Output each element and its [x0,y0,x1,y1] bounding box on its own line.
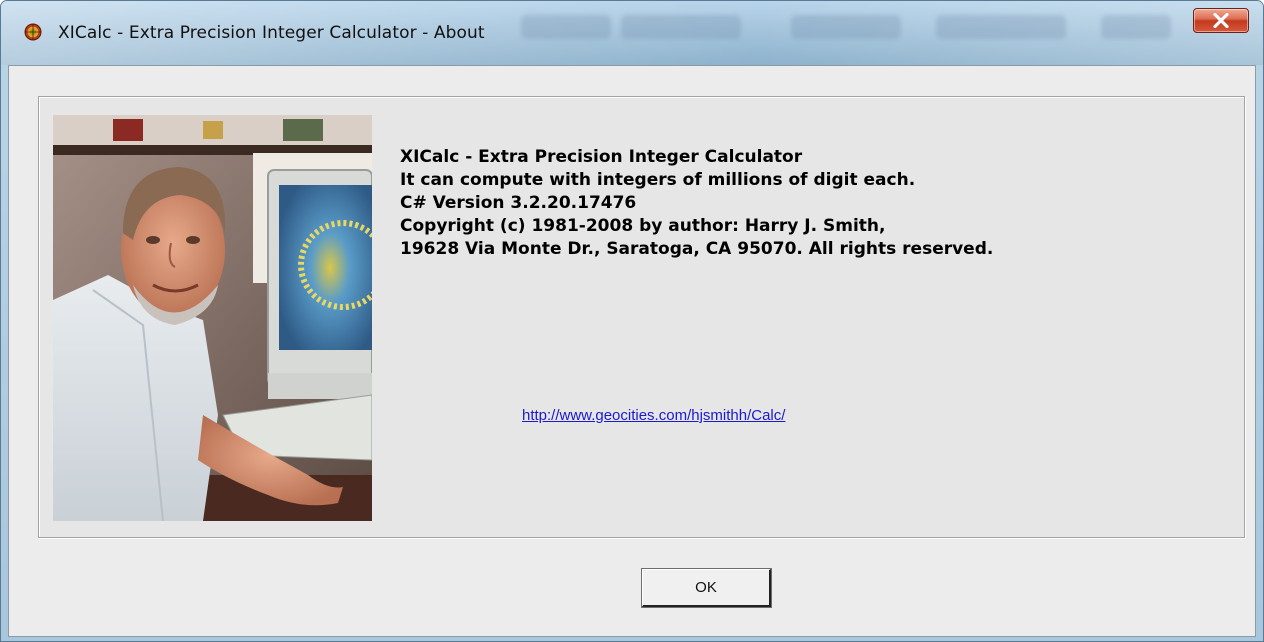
copyright-line: Copyright (c) 1981-2008 by author: Harry… [400,216,886,236]
title-bar[interactable]: XICalc - Extra Precision Integer Calcula… [1,1,1263,65]
author-photo [53,115,372,521]
close-button[interactable] [1193,8,1249,33]
about-description: XICalc - Extra Precision Integer Calcula… [400,146,993,261]
titlebar-background-blur [791,15,901,39]
xicalc-app-icon[interactable] [24,23,42,41]
titlebar-background-blur [621,15,741,39]
window-title: XICalc - Extra Precision Integer Calcula… [58,23,485,43]
app-name-line: XICalc - Extra Precision Integer Calcula… [400,147,803,167]
website-link[interactable]: http://www.geocities.com/hjsmithh/Calc/ [522,407,785,424]
dialog-client-area: XICalc - Extra Precision Integer Calcula… [8,65,1256,637]
address-line: 19628 Via Monte Dr., Saratoga, CA 95070.… [400,239,994,259]
about-info-panel: XICalc - Extra Precision Integer Calcula… [38,96,1245,538]
titlebar-background-blur [521,15,611,39]
titlebar-background-blur [936,15,1066,39]
ok-button[interactable]: OK [641,568,772,608]
about-dialog-window: XICalc - Extra Precision Integer Calcula… [0,0,1264,642]
capability-line: It can compute with integers of millions… [400,170,916,190]
close-icon [1213,13,1229,28]
titlebar-background-blur [1101,15,1171,39]
version-line: C# Version 3.2.20.17476 [400,193,637,213]
